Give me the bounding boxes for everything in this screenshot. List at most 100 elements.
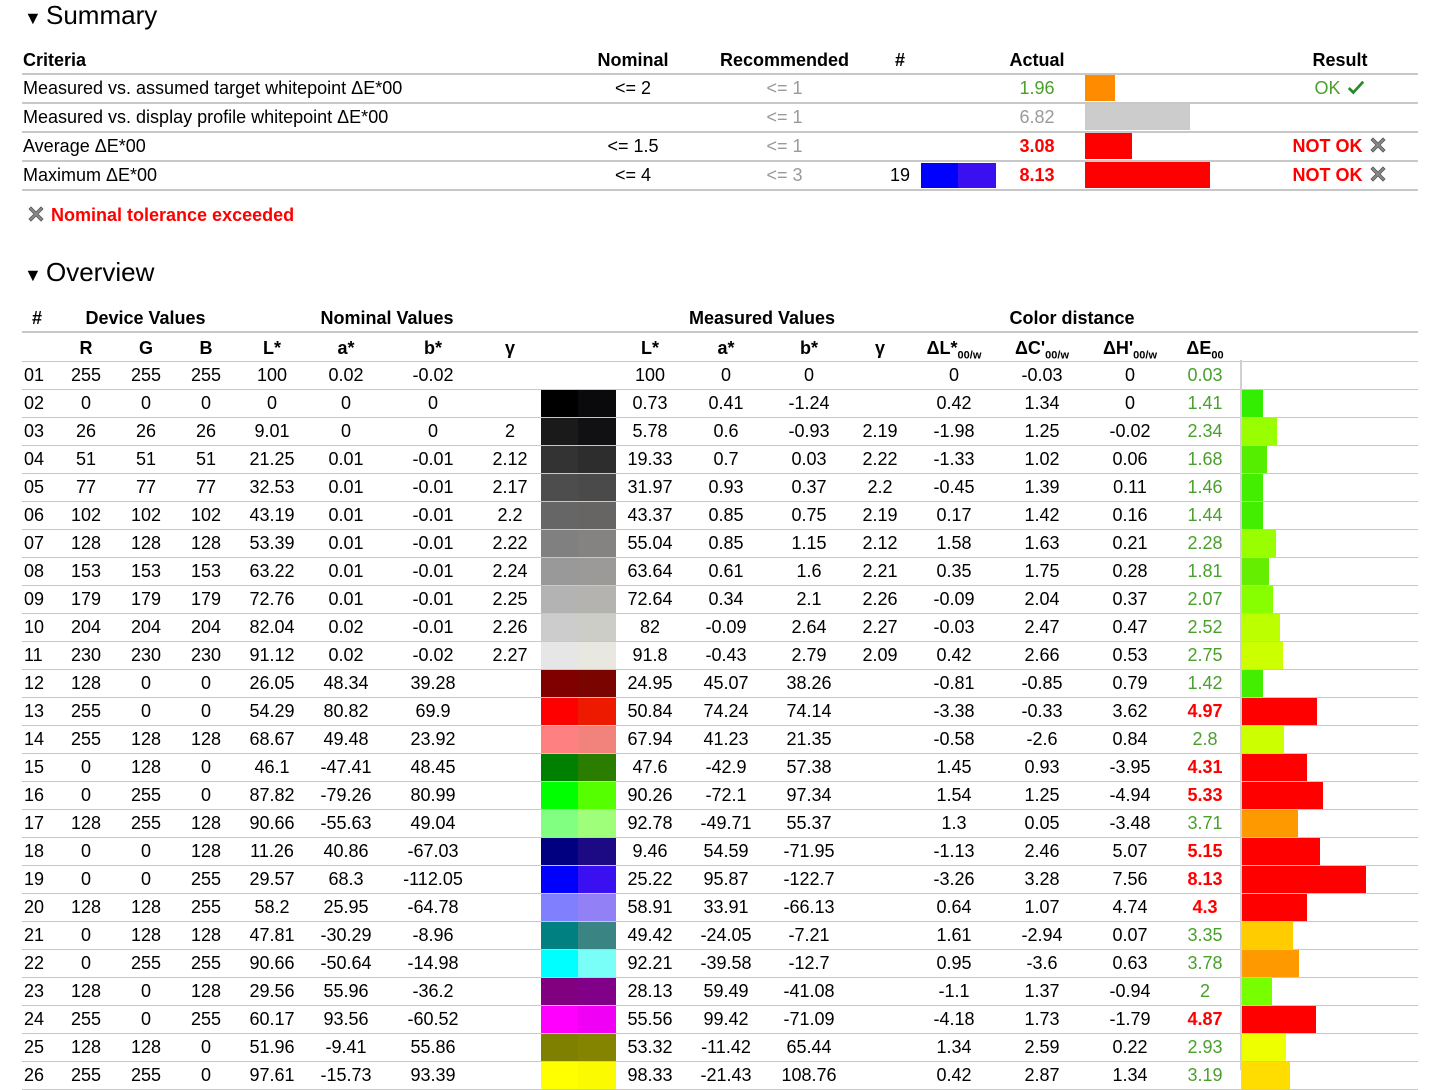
device-r: 204 [70,617,102,637]
delta-e: 1.42 [1187,673,1223,693]
measured-gamma: 2.22 [862,449,898,469]
nominal-a: 93.56 [323,1009,369,1029]
nominal-header: Nominal [597,50,669,70]
summary-row: Maximum ΔE*00 <= 4 <= 3 19 8.13 NOT OK [22,162,1418,191]
result-cell: OK [1270,75,1410,102]
result-cell: NOT OK [1270,133,1410,160]
delta-l: -0.81 [933,673,975,693]
row-number: 24 [24,1009,45,1029]
nominal-l: 87.82 [249,785,295,805]
swatch-measured [578,922,616,949]
delta-c: 2.04 [1024,589,1060,609]
delta-e: 2.28 [1187,533,1223,553]
result-text: NOT OK [1292,165,1368,185]
swatch-measured [578,810,616,837]
delta-l: -0.03 [933,617,975,637]
nominal-b: 39.28 [410,673,456,693]
col-r: R [79,338,93,358]
nominal-gamma: 2.25 [492,589,528,609]
actual-bar [1085,162,1210,188]
measured-b: -12.7 [788,953,830,973]
swatch-nominal [541,362,578,389]
nominal-b: 80.99 [410,785,456,805]
row-number: 05 [24,477,45,497]
nominal-l: 91.12 [249,645,295,665]
measured-gamma: 2.26 [862,589,898,609]
collapse-triangle-icon[interactable]: ▼ [24,8,46,29]
col-delta-c: ΔC'00/w [1014,338,1070,362]
delta-e: 2.34 [1187,421,1223,441]
row-number: 18 [24,841,45,861]
delta-c: 1.25 [1024,421,1060,441]
nominal-l: 29.57 [249,869,295,889]
measured-l: 43.37 [627,505,673,525]
delta-e-bar [1241,642,1283,669]
device-r: 0 [80,785,91,805]
measured-l: 91.8 [632,645,668,665]
summary-header-row: Criteria Nominal Recommended # Actual Re… [22,45,1418,75]
measured-gamma: 2.09 [862,645,898,665]
delta-c: -0.33 [1021,701,1063,721]
delta-e: 3.35 [1187,925,1223,945]
col-delta-e: ΔE00 [1186,338,1224,362]
device-g: 102 [130,505,162,525]
measured-b: -41.08 [783,981,835,1001]
swatch-nominal [541,530,578,557]
overview-heading[interactable]: ▼ Overview [24,257,154,288]
overview-row: 20 128 128 255 58.2 25.95 -64.78 58.91 33.91 -66.… [22,894,1418,922]
row-number: 07 [24,533,45,553]
row-number: 22 [24,953,45,973]
delta-h: 3.62 [1112,701,1148,721]
measured-l: 47.6 [632,757,668,777]
device-g: 0 [140,869,151,889]
nominal-b: -0.01 [412,477,454,497]
delta-e: 3.78 [1187,953,1223,973]
nominal-l: 11.26 [250,841,294,861]
overview-row: 07 128 128 128 53.39 0.01 -0.01 2.22 55.04 0.85 1.… [22,530,1418,558]
overview-table: # Device Values Nominal Values Measured … [22,303,1418,1090]
delta-e: 2.8 [1192,729,1218,749]
device-r: 153 [70,561,102,581]
device-b: 26 [195,421,217,441]
nominal-l: 21.25 [249,449,295,469]
device-g: 0 [140,701,151,721]
col-measured-l: L* [641,338,659,358]
delta-l: -1.33 [933,449,975,469]
swatch-measured [578,950,616,977]
swatch-nominal [541,726,578,753]
criteria-label: Maximum ΔE*00 [23,165,158,185]
measured-a: 0.7 [713,449,739,469]
swatch-nominal [541,670,578,697]
delta-h: 0.16 [1112,505,1148,525]
col-delta-h: ΔH'00/w [1102,338,1158,362]
collapse-triangle-icon[interactable]: ▼ [24,265,46,286]
measured-gamma [860,894,900,921]
device-g: 128 [130,533,162,553]
measured-l: 5.78 [632,421,668,441]
delta-h: 5.07 [1112,841,1148,861]
recommended-value: <= 1 [766,78,803,98]
device-b: 0 [200,673,211,693]
delta-c: 1.07 [1024,897,1060,917]
summary-heading[interactable]: ▼ Summary [24,0,157,31]
delta-e-bar [1241,838,1320,865]
measured-a: -0.09 [705,617,747,637]
col-nominal-gamma: γ [504,338,515,358]
measured-l: 92.78 [627,813,673,833]
delta-h: 0.84 [1112,729,1148,749]
summary-row: Measured vs. display profile whitepoint … [22,104,1418,133]
overview-row: 04 51 51 51 21.25 0.01 -0.01 2.12 19.33 0.7 0.03 2.… [22,446,1418,474]
overview-row: 18 0 0 128 11.26 40.86 -67.03 9.46 54.59 -71.95 -1… [22,838,1418,866]
device-r: 128 [70,673,102,693]
delta-l: 0.35 [936,561,972,581]
swatch-measured [578,586,616,613]
device-b: 230 [190,645,222,665]
device-b: 153 [190,561,222,581]
swatch-nominal [541,894,578,921]
device-r: 179 [70,589,102,609]
row-number: 04 [24,449,45,469]
nominal-l: 60.17 [249,1009,295,1029]
nominal-l: 58.2 [254,897,290,917]
nominal-value: <= 1.5 [607,136,659,156]
row-number: 20 [24,897,45,917]
